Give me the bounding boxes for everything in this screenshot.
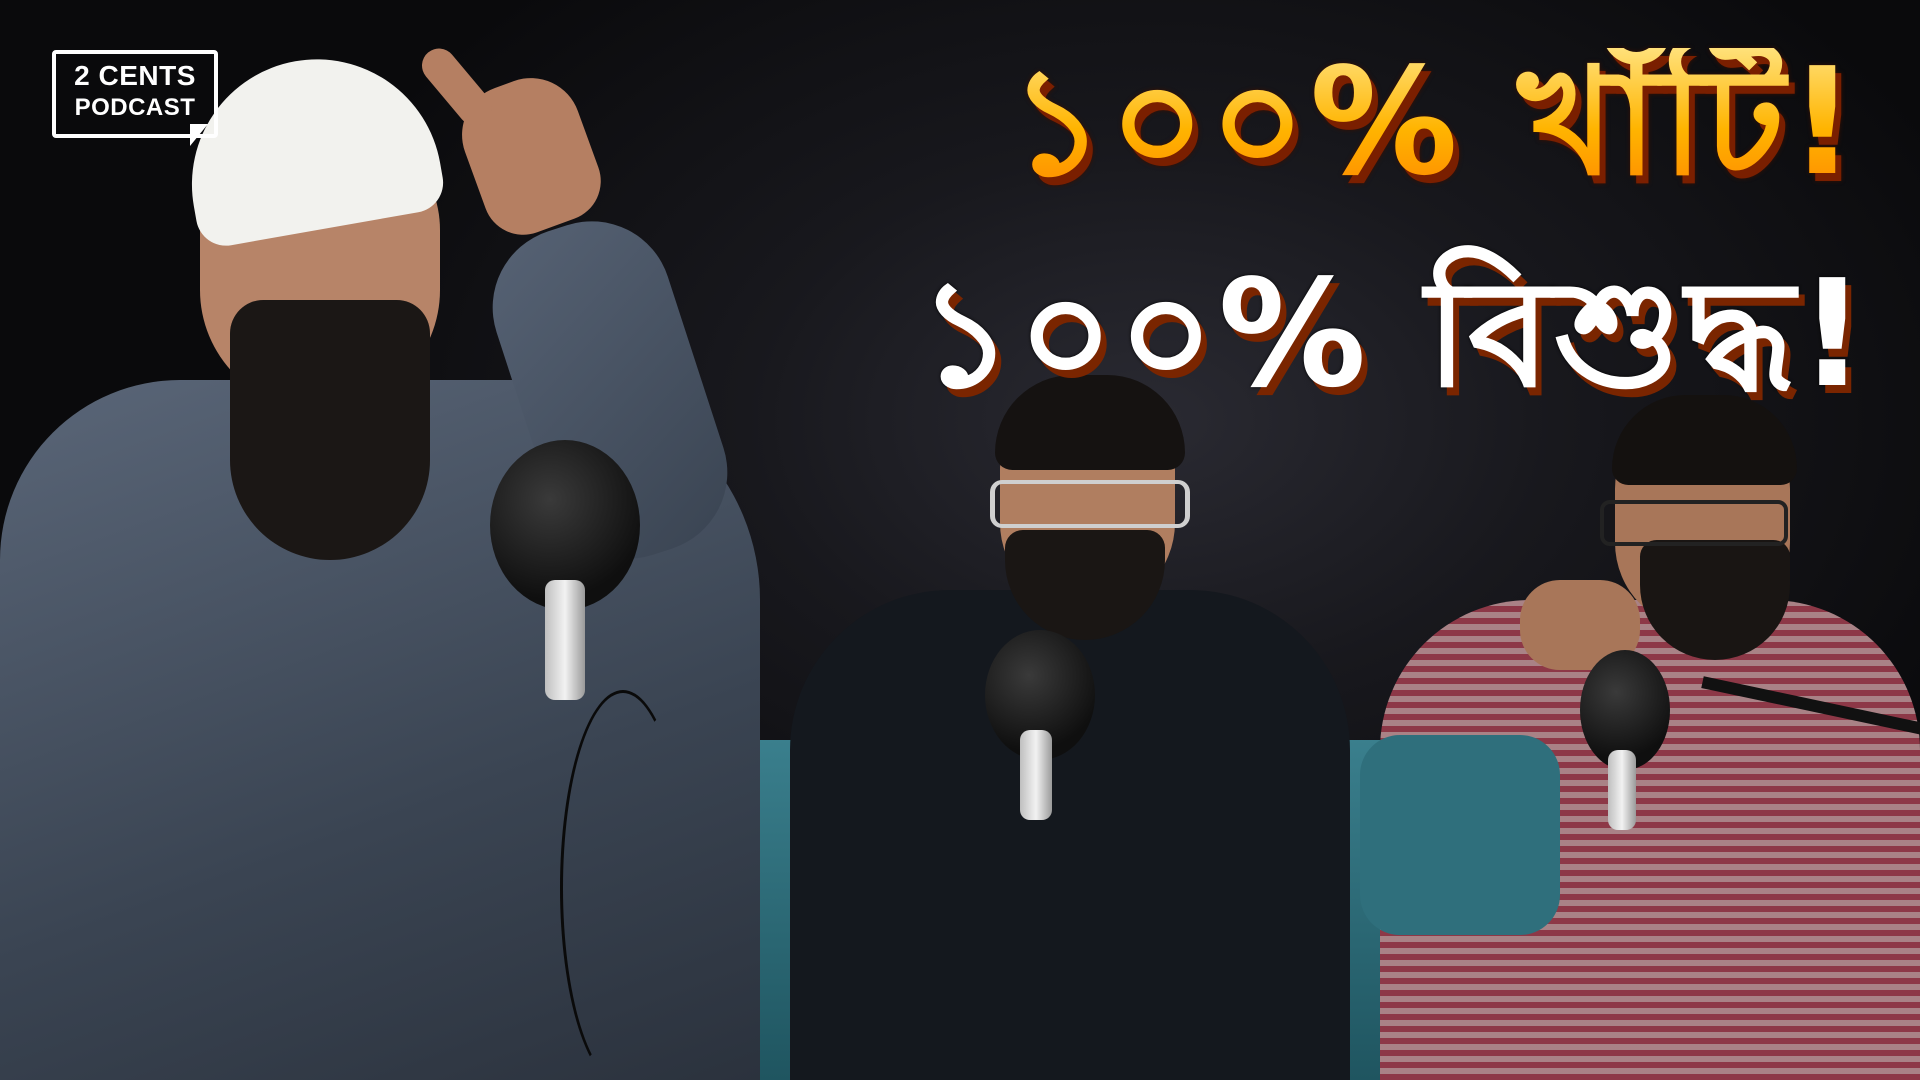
pointing-finger [415, 41, 499, 133]
headline-line-1: ১০০% খাঁটি! [1009, 36, 1860, 208]
logo-line-1: 2 CENTS [74, 60, 196, 91]
glasses [990, 480, 1190, 528]
thumbnail: 2 CENTS PODCAST ১০০% খাঁটি! ১০০% বিশুদ্ধ… [0, 0, 1920, 1080]
speech-bubble-tail [190, 124, 208, 146]
mic-cable [560, 690, 686, 1080]
microphone-body [1608, 750, 1636, 830]
microphone-body [1020, 730, 1052, 820]
hair [1612, 395, 1797, 485]
beard [230, 300, 430, 560]
microphone-body [545, 580, 585, 700]
glasses [1600, 500, 1788, 546]
sofa-arm [1360, 735, 1560, 935]
hair [995, 375, 1185, 470]
logo-line-2: PODCAST [74, 94, 196, 121]
